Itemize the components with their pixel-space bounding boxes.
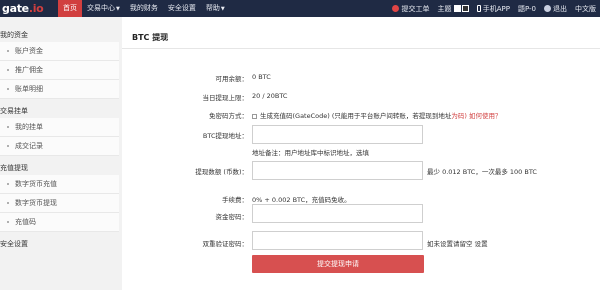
language-label: 中文版: [575, 4, 596, 13]
top-nav-bar: gate .io 首页 交易中心▼ 我的财务 安全设置 帮助▼ 提交工单 主题 手…: [0, 0, 600, 17]
sidebar-item-label: 账户资金: [15, 46, 43, 55]
sidebar-section-title: 交易挂单: [0, 107, 28, 115]
submit-ticket-label: 提交工单: [401, 4, 430, 13]
sidebar-item-crypto-deposit[interactable]: 数字货币充值: [0, 175, 119, 194]
chevron-down-icon: ▼: [220, 6, 225, 12]
fund-password-input[interactable]: [252, 204, 423, 223]
sidebar-item-label: 数字货币提现: [15, 198, 57, 207]
language-switch[interactable]: 中文版: [575, 4, 600, 14]
bullet-icon: [7, 202, 9, 204]
two-factor-input[interactable]: [252, 231, 423, 250]
exempt-method-suffix: 为码): [451, 112, 467, 120]
nav-my-finance[interactable]: 我的财务: [125, 0, 163, 17]
available-balance-label: 可用余额：: [215, 75, 249, 83]
exempt-method-text: 生成充值码(GateCode) (只能用于平台账户间转账，若提现到地址: [260, 112, 452, 120]
page-title: BTC 提现: [132, 33, 169, 42]
nav-help-label: 帮助: [205, 4, 220, 12]
theme-label: 主题: [437, 4, 452, 13]
sidebar-item-label: 数字货币充值: [15, 179, 57, 188]
bullet-icon: [7, 221, 9, 223]
sidebar-list-deposit-withdraw: 数字货币充值 数字货币提现 充值码: [0, 175, 122, 232]
daily-limit-value: 20 / 20BTC: [252, 92, 288, 100]
nav-security[interactable]: 安全设置: [163, 0, 201, 17]
gatecode-checkbox[interactable]: [252, 113, 257, 119]
sidebar-item-crypto-withdraw[interactable]: 数字货币提现: [0, 194, 119, 213]
sidebar-item-label: 成交记录: [15, 141, 43, 150]
amount-label: 提现数额 (币数)：: [195, 168, 248, 176]
withdraw-amount-input[interactable]: [252, 161, 423, 180]
nav-home[interactable]: 首页: [58, 0, 82, 17]
address-label: BTC提现地址：: [202, 132, 248, 140]
sidebar-item-referral-commission[interactable]: 推广佣金: [0, 61, 119, 80]
user-icon: [544, 5, 551, 12]
sidebar-section-title: 安全设置: [0, 240, 28, 248]
sidebar-item-gate-code[interactable]: 充值码: [0, 213, 119, 232]
sidebar-item-my-orders[interactable]: 我的挂单: [0, 118, 119, 137]
nav-home-label: 首页: [63, 4, 77, 12]
nav-trade-center-label: 交易中心: [87, 4, 115, 12]
sidebar-item-billing-details[interactable]: 账单明细: [0, 80, 119, 99]
nav-help[interactable]: 帮助▼: [201, 0, 230, 17]
sidebar-list-funds: 账户资金 推广佣金 账单明细: [0, 42, 122, 99]
divider: [122, 48, 600, 49]
submit-withdraw-button[interactable]: 提交提现申请: [252, 255, 424, 273]
logout-label: 退出: [553, 4, 567, 13]
how-to-use-link[interactable]: 如何使用？: [469, 112, 502, 120]
chevron-down-icon: ▼: [116, 6, 120, 12]
dark-theme-swatch[interactable]: [461, 5, 469, 12]
bullet-icon: [7, 145, 9, 147]
sidebar: 我的资金 账户资金 推广佣金 账单明细 交易挂单 我的挂单 成交记录 充值提现 …: [0, 17, 122, 290]
exempt-method-option: 生成充值码(GateCode) (只能用于平台账户间转账，若提现到地址为码) 如…: [252, 110, 502, 120]
phone-icon: [476, 5, 481, 12]
light-theme-swatch[interactable]: [453, 5, 461, 12]
bullet-icon: [7, 69, 9, 71]
sidebar-item-label: 充值码: [15, 217, 36, 226]
main-nav: 首页 交易中心▼ 我的财务 安全设置 帮助▼: [58, 0, 230, 17]
sidebar-list-orders: 我的挂单 成交记录: [0, 118, 122, 156]
logo-dot: .io: [28, 2, 44, 15]
gateio-logo[interactable]: gate .io: [0, 0, 58, 17]
bullet-icon: [7, 126, 9, 128]
logo-text: gate: [2, 2, 29, 15]
btc-address-input[interactable]: [252, 125, 423, 144]
exempt-method-label: 免密码方式：: [209, 112, 248, 120]
two-factor-label: 双重验证密码：: [202, 240, 249, 248]
sidebar-item-label: 账单明细: [15, 84, 43, 93]
mobile-app-label: 手机APP: [482, 4, 510, 13]
two-factor-hint: 如未设置请留空 设置: [427, 240, 488, 248]
submit-ticket-link[interactable]: 提交工单: [392, 4, 429, 14]
username: 鼯P-0: [517, 4, 536, 13]
mobile-app-link[interactable]: 手机APP: [476, 4, 510, 14]
header-right: 提交工单 主题 手机APP 鼯P-0 退出 中文版: [384, 0, 600, 17]
logout-link[interactable]: 退出: [544, 4, 567, 14]
fee-value: 0% + 0.002 BTC，充值码免收。: [252, 196, 351, 204]
ticket-icon: [392, 5, 400, 12]
withdraw-panel: BTC 提现 可用余额： 0 BTC 当日提现上限： 20 / 20BTC 免密…: [122, 17, 600, 290]
bullet-icon: [7, 50, 9, 52]
nav-my-finance-label: 我的财务: [129, 4, 158, 12]
fund-password-label: 资金密码：: [215, 213, 249, 221]
sidebar-section-title: 我的资金: [0, 31, 28, 39]
bullet-icon: [7, 183, 9, 185]
amount-hint: 最少 0.012 BTC，一次最多 100 BTC: [427, 168, 537, 176]
address-note: 地址备注：用户地址库中标识地址，选填: [252, 149, 369, 157]
sidebar-item-trade-history[interactable]: 成交记录: [0, 137, 119, 156]
sidebar-item-label: 我的挂单: [15, 122, 43, 131]
available-balance-value: 0 BTC: [252, 73, 271, 81]
sidebar-section-title: 充值提现: [0, 164, 28, 172]
sidebar-item-label: 推广佣金: [15, 65, 43, 74]
fee-label: 手续费：: [222, 196, 248, 204]
user-account[interactable]: 鼯P-0: [518, 4, 536, 14]
daily-limit-label: 当日提现上限：: [202, 94, 249, 102]
nav-security-label: 安全设置: [167, 4, 196, 12]
sidebar-item-account-funds[interactable]: 账户资金: [0, 42, 119, 61]
bullet-icon: [7, 88, 9, 90]
nav-trade-center[interactable]: 交易中心▼: [82, 0, 125, 17]
theme-switch: 主题: [437, 4, 469, 14]
